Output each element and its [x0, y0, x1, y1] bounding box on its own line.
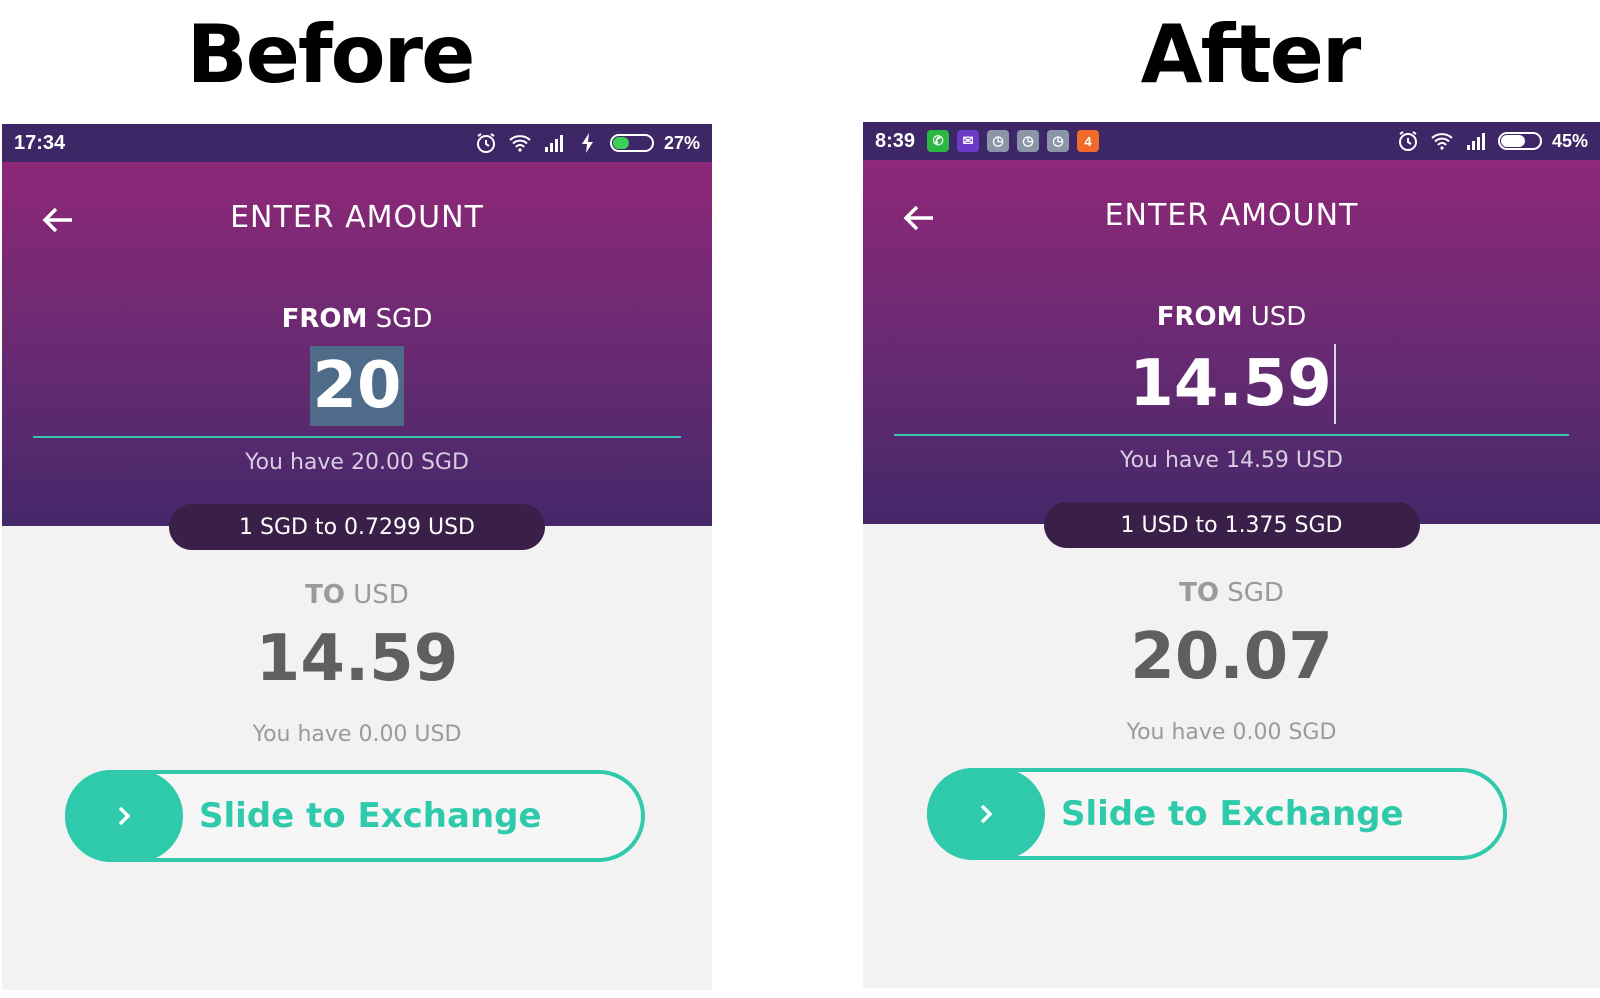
- status-time: 17:34: [14, 131, 66, 154]
- from-amount-input[interactable]: 14.59: [863, 344, 1600, 428]
- from-balance: You have 14.59 USD: [1120, 448, 1343, 473]
- to-prefix: TO: [305, 580, 345, 610]
- from-currency-label: FROM SGD: [2, 304, 712, 334]
- alarm-icon: [1398, 131, 1417, 151]
- slide-to-exchange-slider[interactable]: Slide to Exchange: [927, 768, 1507, 860]
- to-currency-label: TO USD: [2, 580, 712, 610]
- slider-knob[interactable]: [927, 768, 1045, 860]
- battery-percent: 27%: [663, 132, 700, 153]
- wifi-icon: [1431, 133, 1453, 150]
- chevron-right-icon: [980, 804, 993, 824]
- to-currency: SGD: [1227, 578, 1284, 608]
- from-currency-label: FROM USD: [863, 302, 1600, 332]
- charging-icon: [581, 133, 593, 153]
- whatsapp-icon: ✆: [927, 130, 950, 152]
- status-bar: 8:39 ✆ ✉ ◷ ◷ ◷ 4 45%: [863, 122, 1600, 160]
- chevron-right-icon: [118, 806, 131, 826]
- from-amount-value[interactable]: 14.59: [1127, 344, 1333, 424]
- battery-fill: [1500, 135, 1525, 147]
- app-notification-icon: ◷: [1047, 130, 1070, 152]
- notification-icons: ✆ ✉ ◷ ◷ ◷ 4: [927, 130, 1100, 152]
- battery-icon: [1497, 132, 1542, 150]
- alarm-icon: [476, 133, 495, 153]
- slide-to-exchange-slider[interactable]: Slide to Exchange: [65, 770, 645, 862]
- page-title: ENTER AMOUNT: [1104, 198, 1359, 233]
- amount-header: ENTER AMOUNT FROM USD 14.59 You have 14.…: [863, 160, 1600, 524]
- wifi-icon: [509, 135, 531, 152]
- to-currency-label: TO SGD: [863, 578, 1600, 608]
- from-amount-input[interactable]: 20: [2, 346, 712, 430]
- to-amount-value: 20.07: [1130, 620, 1333, 694]
- page-title: ENTER AMOUNT: [230, 200, 484, 235]
- battery-fill: [612, 137, 629, 149]
- signal-icon: [1466, 133, 1485, 150]
- after-screen: 8:39 ✆ ✉ ◷ ◷ ◷ 4 45% ENTER AMOUNT FROM U…: [863, 122, 1600, 988]
- slider-label: Slide to Exchange: [199, 796, 542, 836]
- from-prefix: FROM: [1156, 302, 1243, 332]
- exchange-rate-badge: 1 SGD to 0.7299 USD: [169, 504, 545, 550]
- app-notification-icon: ◷: [987, 130, 1010, 152]
- from-amount-value[interactable]: 20: [310, 346, 404, 426]
- from-currency: USD: [1250, 302, 1307, 332]
- exchange-rate-badge: 1 USD to 1.375 SGD: [1043, 502, 1420, 548]
- to-balance: You have 0.00 SGD: [1126, 720, 1337, 745]
- from-balance: You have 20.00 SGD: [245, 450, 469, 475]
- battery-percent: 45%: [1551, 130, 1588, 151]
- input-underline: [894, 434, 1569, 436]
- slider-label: Slide to Exchange: [1061, 794, 1404, 834]
- slider-knob[interactable]: [65, 770, 183, 862]
- from-currency: SGD: [375, 304, 433, 334]
- before-caption: Before: [186, 8, 476, 101]
- amount-header: ENTER AMOUNT FROM SGD 20 You have 20.00 …: [2, 162, 712, 526]
- input-underline: [33, 436, 681, 438]
- after-caption: After: [1140, 8, 1362, 101]
- from-prefix: FROM: [281, 304, 368, 334]
- app-notification-icon: ◷: [1017, 130, 1040, 152]
- to-currency: USD: [353, 580, 409, 610]
- battery-icon: [609, 134, 654, 152]
- to-balance: You have 0.00 USD: [252, 722, 462, 747]
- text-cursor: [1333, 344, 1336, 424]
- mail-icon: ✉: [957, 130, 980, 152]
- notification-badge: 4: [1077, 130, 1100, 152]
- status-bar: 17:34 27%: [2, 124, 712, 162]
- to-amount-value: 14.59: [255, 622, 459, 696]
- to-prefix: TO: [1179, 578, 1219, 608]
- before-screen: 17:34 27% ENTER AMOUNT FROM SGD 20 You h…: [2, 124, 712, 990]
- signal-icon: [544, 135, 563, 152]
- status-time: 8:39: [875, 129, 916, 152]
